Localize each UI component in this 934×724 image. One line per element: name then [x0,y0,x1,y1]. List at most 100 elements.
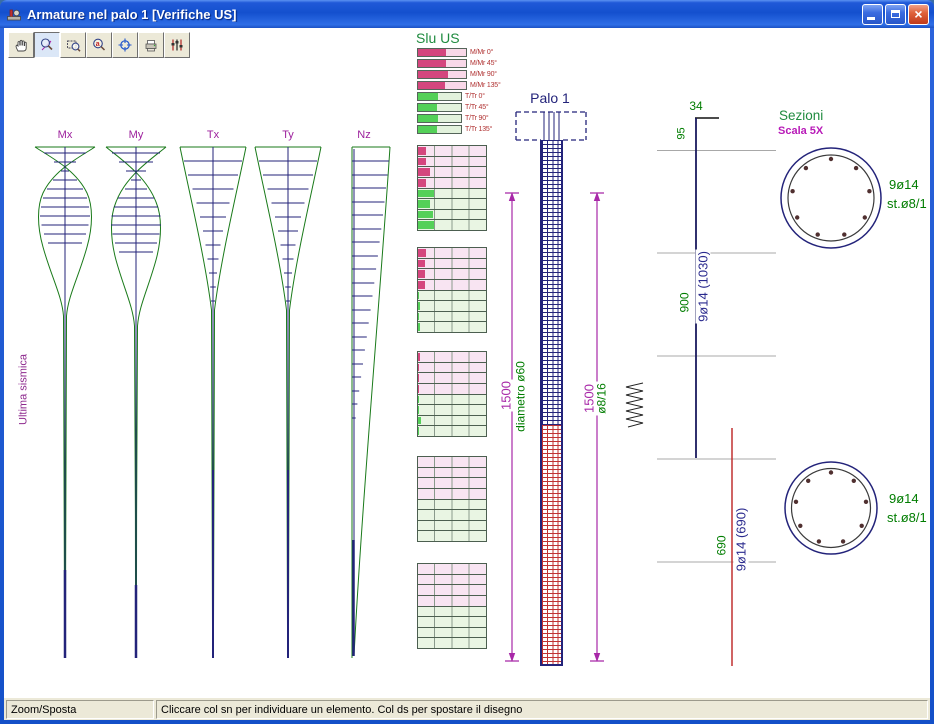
print-button[interactable] [138,32,164,58]
legend-item: M/Mr 135° [417,80,501,90]
nz-diagram [352,147,390,658]
pile-title: Palo 1 [520,90,580,106]
ratio-row [418,607,486,618]
sliders-icon [169,37,185,53]
ratio-row [418,638,486,648]
mx-diagram [35,147,95,658]
ratio-row [418,291,486,302]
ratio-row [418,478,486,489]
ratio-row [418,426,486,436]
ratio-row [418,617,486,628]
ratio-row [418,564,486,575]
magnifier-arrow-icon [39,37,55,53]
zoom-all-button[interactable]: a [86,32,112,58]
status-hint: Cliccare col sn per individuare un eleme… [156,700,928,719]
section2-bars-label: 9ø14 [889,491,919,506]
window-title: Armature nel palo 1 [Verifiche US] [27,7,860,22]
ratio-row [418,575,486,586]
title-bar[interactable]: Armature nel palo 1 [Verifiche US] × [0,0,934,28]
legend-item: T/Tr 0° [417,91,501,101]
display-options-button[interactable] [164,32,190,58]
sections-title: Sezioni [779,108,823,123]
app-window: Armature nel palo 1 [Verifiche US] × [0,0,934,724]
pan-button[interactable] [8,32,34,58]
diagram-label-my: My [124,129,148,141]
drawing-canvas[interactable]: a Mx My Tx Ty Nz [4,28,930,698]
hand-icon [13,37,29,53]
pile-length-left-dim: 1500 [499,331,514,461]
ratio-row [418,395,486,406]
maximize-button[interactable] [885,4,906,25]
ratio-row [418,259,486,270]
sections-scale: Scala 5X [778,125,823,137]
ratio-row [418,384,486,395]
ratio-row [418,489,486,500]
ratio-row [418,363,486,374]
ratio-grid-block [417,351,487,437]
ratio-grid-block [417,456,487,542]
ratio-row [418,373,486,384]
magnifier-rect-icon [65,37,81,53]
center-view-button[interactable] [112,32,138,58]
ratio-grid-block [417,145,487,231]
status-mode: Zoom/Sposta [6,700,154,719]
ratio-row [418,510,486,521]
ratio-grid-block [417,247,487,333]
section-1-drawing [781,148,881,248]
ratio-row [418,248,486,259]
ratio-row [418,210,486,221]
my-diagram [106,147,166,658]
pile-shaft-upper [540,140,563,425]
close-button[interactable]: × [908,4,929,25]
ratio-row [418,269,486,280]
legend-item: T/Tr 135° [417,124,501,134]
pile-cap [516,112,586,140]
ratio-row [418,628,486,639]
tx-diagram [180,147,246,658]
maximize-icon [891,10,900,18]
diagram-label-ty: Ty [276,129,300,141]
ratio-row [418,199,486,210]
ratio-row [418,157,486,168]
load-case-caption: Ultima sismica [17,325,32,455]
ratio-row [418,500,486,511]
ratio-row [418,322,486,332]
soil-spring-icon [626,383,643,427]
bar1-label: 9ø14 (1030) [696,222,711,352]
ratio-row [418,468,486,479]
svg-text:a: a [96,41,100,48]
ratio-row [418,312,486,323]
ratio-row [418,585,486,596]
ratio-row [418,167,486,178]
ratio-row [418,521,486,532]
status-bar: Zoom/Sposta Cliccare col sn per individu… [4,698,930,720]
zoom-dynamic-button[interactable] [34,32,60,58]
bar1-length-dim: 900 [678,238,693,368]
ratio-row [418,416,486,427]
legend-item: M/Mr 45° [417,58,501,68]
legend-rows: M/Mr 0°M/Mr 45°M/Mr 90°M/Mr 135°T/Tr 0° T… [417,47,501,135]
zoom-window-button[interactable] [60,32,86,58]
app-icon [6,6,22,22]
legend-item: M/Mr 90° [417,69,501,79]
minimize-button[interactable] [862,4,883,25]
legend-item: M/Mr 0° [417,47,501,57]
printer-icon [143,37,159,53]
crosshair-icon [117,37,133,53]
section1-stirrups-label: st.ø8/1 [887,196,927,211]
section-2-drawing [785,462,877,554]
schedule-top-offset-dim: 95 [675,69,690,199]
ratio-row [418,301,486,312]
pile-shaft-lower [540,425,563,666]
bar2-length-dim: 690 [715,481,730,611]
magnifier-a-icon: a [91,37,107,53]
section1-bars-label: 9ø14 [889,177,919,192]
diagram-label-tx: Tx [201,129,225,141]
ty-diagram [255,147,321,658]
bar2-label: 9ø14 (690) [734,475,749,605]
ratio-row [418,220,486,230]
diagram-label-mx: Mx [53,129,77,141]
section2-stirrups-label: st.ø8/1 [887,510,927,525]
ratio-row [418,457,486,468]
ratio-row [418,352,486,363]
